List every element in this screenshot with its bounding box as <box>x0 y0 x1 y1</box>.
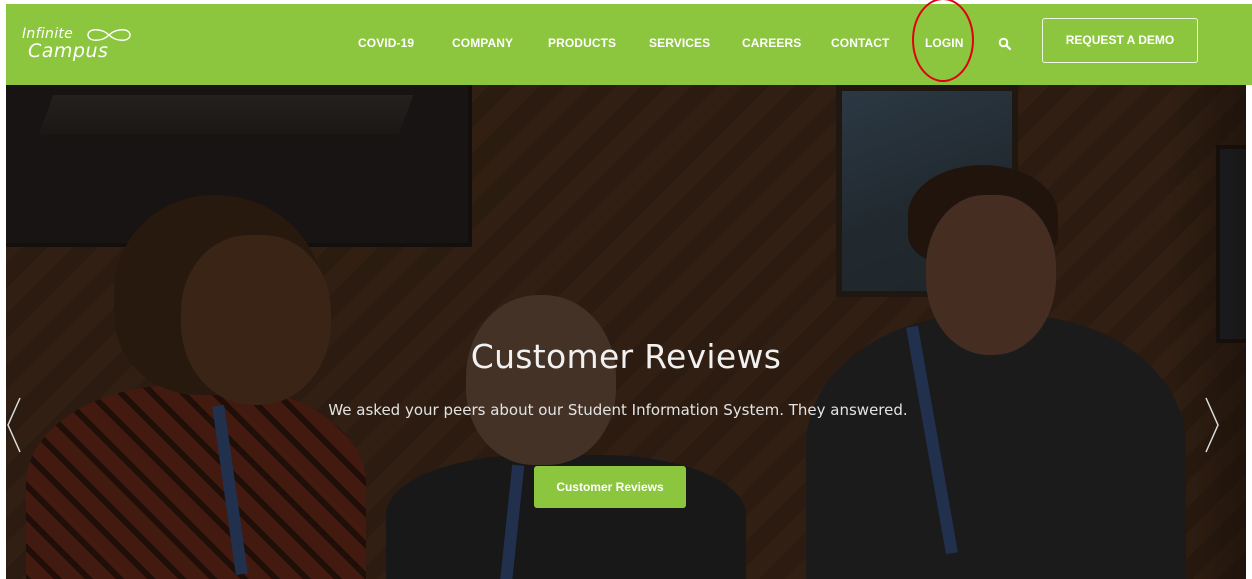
chevron-left-icon[interactable] <box>6 390 28 460</box>
chevron-right-icon[interactable] <box>1202 390 1224 460</box>
customer-reviews-button[interactable]: Customer Reviews <box>534 466 686 508</box>
infinite-campus-logo[interactable]: Infinite Campus <box>22 26 152 68</box>
nav-item-services[interactable]: SERVICES <box>649 36 710 50</box>
nav-item-careers[interactable]: CAREERS <box>742 36 801 50</box>
hero-title: Customer Reviews <box>470 337 782 376</box>
page: Customer Reviews We asked your peers abo… <box>0 0 1252 579</box>
site-header: Infinite Campus COVID-19 COMPANY PRODUCT… <box>6 0 1252 85</box>
nav-item-products[interactable]: PRODUCTS <box>548 36 616 50</box>
hero-slider: Customer Reviews We asked your peers abo… <box>6 85 1246 579</box>
nav-item-contact[interactable]: CONTACT <box>831 36 889 50</box>
nav-item-covid-19[interactable]: COVID-19 <box>358 36 414 50</box>
hero-subtitle: We asked your peers about our Student In… <box>328 401 908 419</box>
logo-text: Campus <box>28 40 109 62</box>
search-icon[interactable] <box>998 37 1012 51</box>
request-demo-button[interactable]: REQUEST A DEMO <box>1042 18 1198 63</box>
nav-item-company[interactable]: COMPANY <box>452 36 513 50</box>
nav-item-login[interactable]: LOGIN <box>925 36 964 50</box>
